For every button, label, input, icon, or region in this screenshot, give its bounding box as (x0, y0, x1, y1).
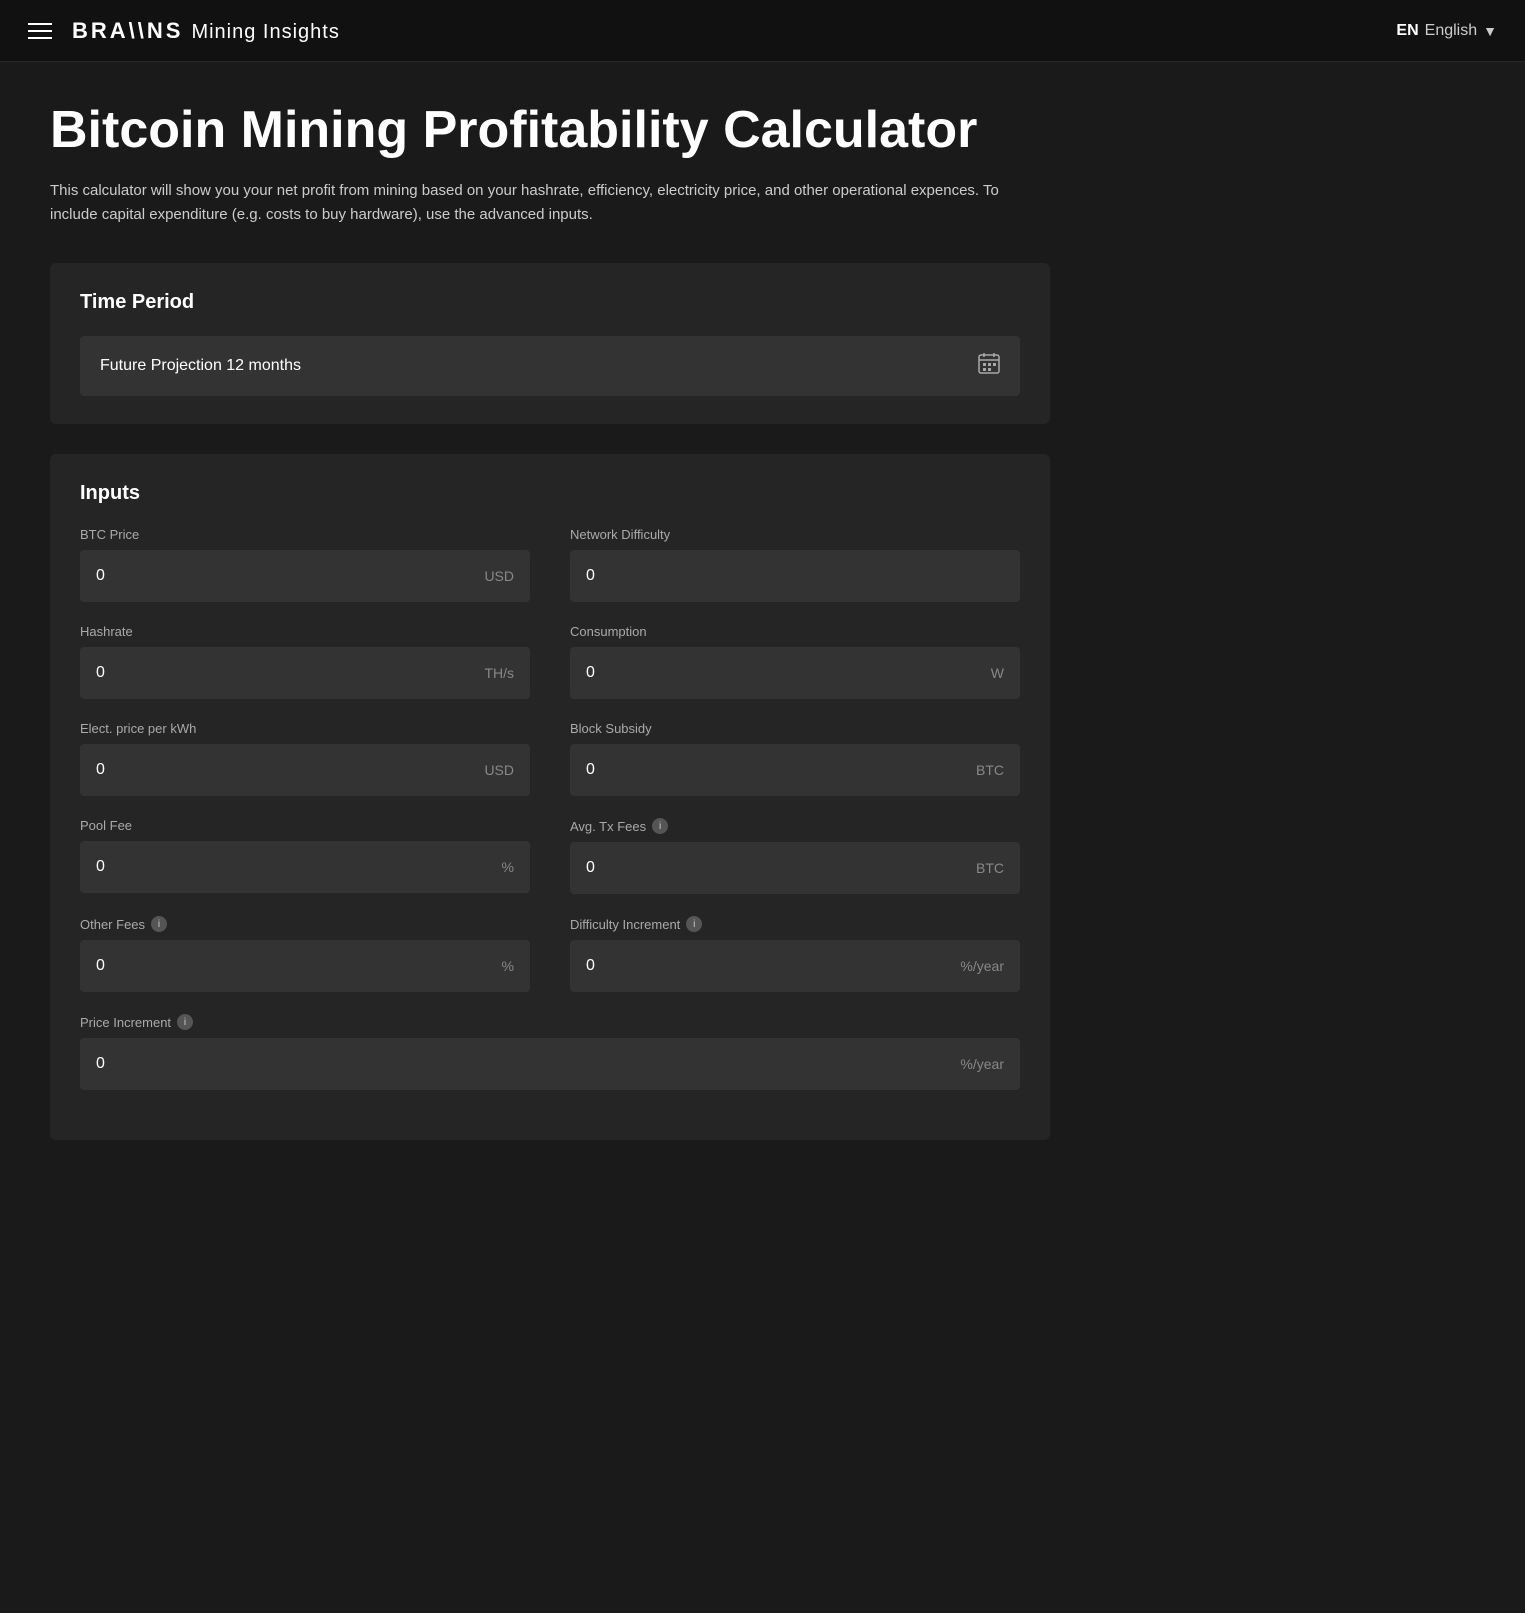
label-btc-price: BTC Price (80, 527, 530, 542)
input-elect-price[interactable] (96, 761, 476, 779)
chevron-down-icon: ▼ (1483, 23, 1497, 39)
navbar-left: BRA\\NS Mining Insights (28, 18, 340, 44)
info-icon-difficulty-increment[interactable]: i (686, 916, 702, 932)
input-consumption[interactable] (586, 664, 983, 682)
input-wrapper-btc-price: USD (80, 550, 530, 602)
input-wrapper-hashrate: TH/s (80, 647, 530, 699)
input-difficulty-increment[interactable] (586, 957, 952, 975)
language-label: English (1425, 22, 1477, 40)
input-pool-fee[interactable] (96, 858, 494, 876)
unit-other-fees: % (502, 958, 514, 974)
unit-btc-price: USD (484, 568, 514, 584)
inputs-card: Inputs BTC Price USD Network Difficulty Has… (50, 454, 1050, 1140)
input-group-pool-fee: Pool Fee% (80, 818, 530, 894)
input-group-network-difficulty: Network Difficulty (570, 527, 1020, 602)
unit-hashrate: TH/s (484, 665, 514, 681)
label-elect-price: Elect. price per kWh (80, 721, 530, 736)
calendar-icon (978, 352, 1000, 380)
label-price-increment: Price Incrementi (80, 1014, 1020, 1030)
input-price-increment[interactable] (96, 1055, 952, 1073)
unit-elect-price: USD (484, 762, 514, 778)
input-hashrate[interactable] (96, 664, 476, 682)
label-other-fees: Other Feesi (80, 916, 530, 932)
time-period-card: Time Period Future Projection 12 months (50, 263, 1050, 424)
input-wrapper-avg-tx-fees: BTC (570, 842, 1020, 894)
input-group-elect-price: Elect. price per kWh USD (80, 721, 530, 796)
input-wrapper-network-difficulty (570, 550, 1020, 602)
navbar: BRA\\NS Mining Insights EN English ▼ (0, 0, 1525, 62)
input-wrapper-consumption: W (570, 647, 1020, 699)
label-pool-fee: Pool Fee (80, 818, 530, 833)
inputs-section-title: Inputs (80, 482, 1020, 505)
input-wrapper-difficulty-increment: %/year (570, 940, 1020, 992)
label-consumption: Consumption (570, 624, 1020, 639)
input-group-consumption: Consumption W (570, 624, 1020, 699)
info-icon-price-increment[interactable]: i (177, 1014, 193, 1030)
info-icon-avg-tx-fees[interactable]: i (652, 818, 668, 834)
unit-price-increment: %/year (960, 1056, 1004, 1072)
page-description: This calculator will show you your net p… (50, 179, 1000, 227)
main-content: Bitcoin Mining Profitability Calculator … (0, 62, 1100, 1210)
inputs-grid: BTC Price USD Network Difficulty Hashrate TH… (80, 527, 1020, 1112)
logo: BRA\\NS Mining Insights (72, 18, 340, 44)
input-group-difficulty-increment: Difficulty Incrementi %/year (570, 916, 1020, 992)
unit-consumption: W (991, 665, 1004, 681)
input-group-avg-tx-fees: Avg. Tx Feesi BTC (570, 818, 1020, 894)
input-wrapper-block-subsidy: BTC (570, 744, 1020, 796)
input-avg-tx-fees[interactable] (586, 859, 968, 877)
time-period-value: Future Projection 12 months (100, 357, 301, 375)
input-group-hashrate: Hashrate TH/s (80, 624, 530, 699)
info-icon-other-fees[interactable]: i (151, 916, 167, 932)
label-network-difficulty: Network Difficulty (570, 527, 1020, 542)
input-network-difficulty[interactable] (586, 567, 1004, 585)
input-group-btc-price: BTC Price USD (80, 527, 530, 602)
language-selector[interactable]: EN English ▼ (1396, 22, 1497, 40)
input-wrapper-other-fees: % (80, 940, 530, 992)
label-difficulty-increment: Difficulty Incrementi (570, 916, 1020, 932)
input-group-price-increment: Price Incrementi %/year (80, 1014, 1020, 1090)
input-wrapper-elect-price: USD (80, 744, 530, 796)
input-btc-price[interactable] (96, 567, 476, 585)
input-wrapper-pool-fee: % (80, 841, 530, 893)
input-block-subsidy[interactable] (586, 761, 968, 779)
logo-brand: BRA\\NS (72, 18, 183, 43)
unit-avg-tx-fees: BTC (976, 860, 1004, 876)
input-wrapper-price-increment: %/year (80, 1038, 1020, 1090)
unit-block-subsidy: BTC (976, 762, 1004, 778)
label-hashrate: Hashrate (80, 624, 530, 639)
input-group-block-subsidy: Block Subsidy BTC (570, 721, 1020, 796)
label-block-subsidy: Block Subsidy (570, 721, 1020, 736)
language-code: EN (1396, 22, 1418, 40)
unit-pool-fee: % (502, 859, 514, 875)
label-avg-tx-fees: Avg. Tx Feesi (570, 818, 1020, 834)
unit-difficulty-increment: %/year (960, 958, 1004, 974)
input-group-other-fees: Other Feesi% (80, 916, 530, 992)
hamburger-menu[interactable] (28, 23, 52, 39)
time-period-selector[interactable]: Future Projection 12 months (80, 336, 1020, 396)
input-other-fees[interactable] (96, 957, 494, 975)
logo-subtitle: Mining Insights (191, 21, 339, 43)
time-period-section-title: Time Period (80, 291, 1020, 314)
page-title: Bitcoin Mining Profitability Calculator (50, 102, 1050, 159)
